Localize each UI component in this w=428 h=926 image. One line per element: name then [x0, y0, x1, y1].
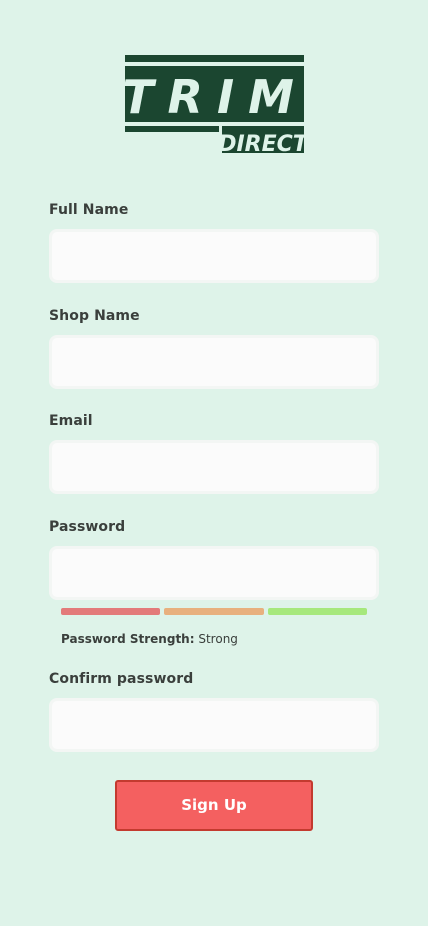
- logo-text-direct: DIRECT: [218, 132, 304, 153]
- shop-name-label: Shop Name: [49, 308, 140, 324]
- password-strength-text: Password Strength: Strong: [61, 632, 238, 646]
- full-name-input[interactable]: [49, 229, 379, 283]
- password-label: Password: [49, 519, 126, 535]
- strength-value: Strong: [198, 632, 238, 646]
- shop-name-input[interactable]: [49, 335, 379, 389]
- strength-bar-weak: [61, 608, 160, 615]
- email-label: Email: [49, 413, 93, 429]
- logo-text-trim: TRIM: [125, 70, 304, 124]
- confirm-password-input[interactable]: [49, 698, 379, 752]
- strength-prefix: Password Strength:: [61, 632, 195, 646]
- email-input[interactable]: [49, 440, 379, 494]
- strength-bar-strong: [268, 608, 367, 615]
- brand-logo: TRIM DIRECT: [122, 55, 310, 157]
- strength-bar-medium: [164, 608, 264, 615]
- confirm-password-label: Confirm password: [49, 671, 194, 687]
- sign-up-button[interactable]: Sign Up: [115, 780, 313, 831]
- password-input[interactable]: [49, 546, 379, 600]
- full-name-label: Full Name: [49, 202, 129, 218]
